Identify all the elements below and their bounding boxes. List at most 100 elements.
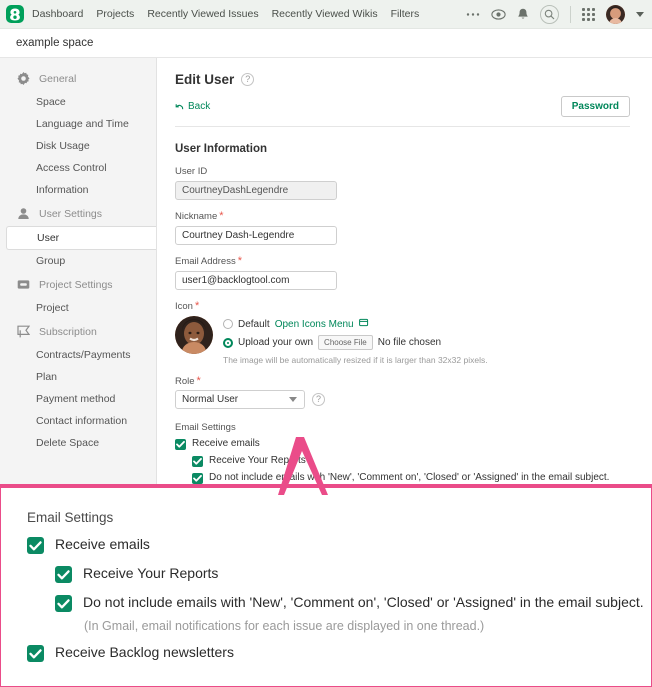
- grid-apps-icon[interactable]: [582, 7, 595, 21]
- required-marker: *: [219, 210, 224, 222]
- topnav-item-recently-viewed-issues[interactable]: Recently Viewed Issues: [147, 8, 258, 20]
- nickname-input[interactable]: [175, 226, 337, 245]
- checkbox-icon[interactable]: [27, 537, 44, 554]
- icon-hint: The image will be automatically resized …: [223, 355, 488, 365]
- field-role: Role * Normal User ?: [175, 376, 630, 409]
- field-label: Nickname *: [175, 210, 630, 223]
- callout-gmail-thread-hint: (In Gmail, email notifications for each …: [84, 619, 485, 633]
- user-id-label: User ID: [175, 166, 208, 177]
- sidebar-group-subscription: Subscription: [0, 319, 156, 344]
- checkbox-receive-your-reports[interactable]: Receive Your Reports: [192, 455, 630, 467]
- topnav-item-projects[interactable]: Projects: [96, 8, 134, 20]
- checkbox-do-not-include-subject-prefixes[interactable]: Do not include emails with 'New', 'Comme…: [192, 472, 630, 484]
- toolbar-divider: [570, 5, 571, 23]
- callout-pointer: [278, 437, 328, 495]
- choose-file-button[interactable]: Choose File: [318, 335, 373, 350]
- sidebar-item-group[interactable]: Group: [0, 250, 156, 272]
- sidebar-item-plan[interactable]: Plan: [0, 366, 156, 388]
- field-label: Icon *: [175, 300, 630, 313]
- checkbox-label: Receive emails: [55, 536, 150, 552]
- sidebar-item-information[interactable]: Information: [0, 179, 156, 201]
- sidebar-item-delete-space[interactable]: Delete Space: [0, 432, 156, 454]
- role-select[interactable]: Normal User: [175, 390, 305, 409]
- field-nickname: Nickname *: [175, 211, 630, 245]
- checkbox-icon[interactable]: [55, 566, 72, 583]
- space-name: example space: [16, 37, 94, 49]
- back-link-label: Back: [188, 101, 211, 112]
- open-icons-menu-link[interactable]: Open Icons Menu: [275, 319, 354, 330]
- top-navigation: Dashboard Projects Recently Viewed Issue…: [32, 8, 419, 20]
- icon-options: Default Open Icons Menu Upload your own …: [223, 316, 488, 365]
- back-link[interactable]: Back: [175, 101, 210, 112]
- bell-icon[interactable]: [517, 8, 529, 21]
- callout-checkbox-do-not-include-subject-prefixes[interactable]: Do not include emails with 'New', 'Comme…: [55, 594, 651, 612]
- checkbox-receive-emails[interactable]: Receive emails: [175, 438, 630, 450]
- checkbox-icon[interactable]: [192, 456, 203, 467]
- callout-checkbox-receive-your-reports[interactable]: Receive Your Reports: [55, 565, 651, 583]
- sidebar-item-disk-usage[interactable]: Disk Usage: [0, 135, 156, 157]
- field-icon: Icon * Default Open Icons Menu Upload yo…: [175, 301, 630, 365]
- nickname-label: Nickname: [175, 211, 218, 222]
- sidebar-group-project-settings: Project Settings: [0, 272, 156, 297]
- radio-default[interactable]: [223, 319, 233, 329]
- sidebar-item-access-control[interactable]: Access Control: [0, 157, 156, 179]
- user-id-input[interactable]: [175, 181, 337, 200]
- sidebar-item-user[interactable]: User: [6, 226, 156, 250]
- ellipsis-icon[interactable]: [466, 12, 480, 17]
- icon-option-default[interactable]: Default Open Icons Menu: [223, 318, 488, 330]
- top-bar-actions: [466, 4, 644, 24]
- user-avatar[interactable]: [606, 4, 625, 24]
- checkbox-icon[interactable]: [175, 439, 186, 450]
- topnav-item-filters[interactable]: Filters: [391, 8, 420, 20]
- checkbox-label: Do not include emails with 'New', 'Comme…: [209, 472, 610, 483]
- field-label: Email Address *: [175, 256, 630, 268]
- sidebar-item-contracts-payments[interactable]: Contracts/Payments: [0, 344, 156, 366]
- chevron-down-icon[interactable]: [289, 397, 297, 402]
- external-window-icon[interactable]: [358, 318, 369, 330]
- role-help-icon[interactable]: ?: [312, 393, 325, 406]
- page-title: Edit User: [175, 72, 235, 87]
- checkbox-label: Do not include emails with 'New', 'Comme…: [83, 594, 644, 610]
- email-address-input[interactable]: [175, 271, 337, 290]
- field-label: Role *: [175, 375, 630, 388]
- field-label: User ID: [175, 166, 630, 177]
- eye-icon[interactable]: [491, 8, 506, 20]
- role-selected-value: Normal User: [182, 394, 239, 405]
- page-header: Edit User ?: [175, 72, 630, 87]
- inbox-icon: [17, 278, 30, 291]
- sidebar-item-language-and-time[interactable]: Language and Time: [0, 113, 156, 135]
- sidebar-item-project[interactable]: Project: [0, 297, 156, 319]
- question-mark-icon[interactable]: ?: [241, 73, 255, 86]
- checkbox-icon[interactable]: [55, 595, 72, 612]
- search-icon[interactable]: [540, 4, 559, 24]
- topnav-item-dashboard[interactable]: Dashboard: [32, 8, 83, 20]
- sidebar-group-label: General: [39, 72, 77, 85]
- email-address-label: Email Address: [175, 256, 236, 267]
- sidebar-item-contact-information[interactable]: Contact information: [0, 410, 156, 432]
- required-marker: *: [196, 375, 201, 387]
- radio-upload-your-own[interactable]: [223, 337, 233, 348]
- password-button[interactable]: Password: [560, 96, 630, 117]
- callout-checkbox-receive-backlog-newsletters[interactable]: Receive Backlog newsletters: [27, 644, 651, 662]
- space-title-bar: example space: [0, 29, 652, 58]
- checkbox-icon[interactable]: [192, 473, 203, 484]
- sidebar-group-label: Project Settings: [39, 278, 113, 291]
- topnav-item-recently-viewed-wikis[interactable]: Recently Viewed Wikis: [272, 8, 378, 20]
- global-top-bar: Dashboard Projects Recently Viewed Issue…: [0, 0, 652, 29]
- user-icon: [17, 207, 30, 220]
- section-title-user-information: User Information: [175, 143, 268, 155]
- required-marker: *: [194, 300, 200, 312]
- checkbox-label: Receive Backlog newsletters: [55, 644, 234, 660]
- role-label: Role: [175, 376, 195, 387]
- sidebar-item-space[interactable]: Space: [0, 91, 156, 113]
- checkbox-icon[interactable]: [27, 645, 44, 662]
- icon-label: Icon: [175, 301, 193, 312]
- icon-option-upload[interactable]: Upload your own Choose File No file chos…: [223, 335, 488, 350]
- gear-icon: [17, 72, 30, 85]
- icon-option-default-label: Default: [238, 318, 270, 330]
- callout-email-settings-label: Email Settings: [27, 510, 114, 525]
- callout-checkbox-receive-emails[interactable]: Receive emails: [27, 536, 651, 554]
- sidebar-item-payment-method[interactable]: Payment method: [0, 388, 156, 410]
- backlog-logo-icon[interactable]: [6, 5, 24, 23]
- chevron-down-icon[interactable]: [636, 11, 644, 17]
